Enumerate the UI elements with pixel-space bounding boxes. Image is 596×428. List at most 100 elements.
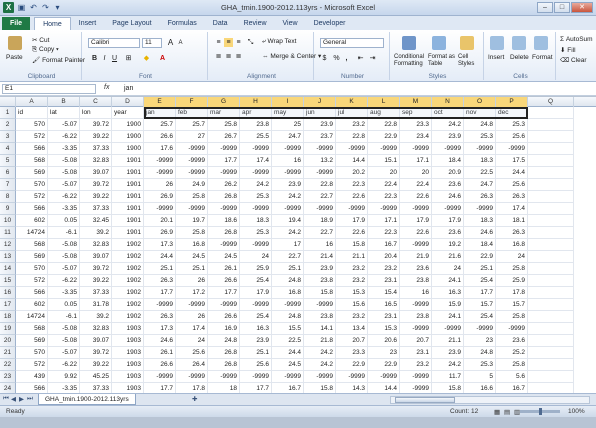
cell[interactable]: 25.1 <box>464 263 496 275</box>
new-sheet-icon[interactable]: ✚ <box>192 395 197 403</box>
cell[interactable]: 16.7 <box>272 383 304 393</box>
cell[interactable]: 15.6 <box>336 299 368 311</box>
cell[interactable]: -5.07 <box>48 179 80 191</box>
cell[interactable]: -9999 <box>272 167 304 179</box>
zoom-slider-knob[interactable] <box>539 408 542 415</box>
cell[interactable]: 23.9 <box>272 179 304 191</box>
cell[interactable]: 26.8 <box>208 347 240 359</box>
cell[interactable]: -9999 <box>240 239 272 251</box>
cell[interactable] <box>528 335 574 347</box>
cell[interactable]: 23.4 <box>400 131 432 143</box>
cell[interactable]: -9999 <box>240 299 272 311</box>
column-header-g[interactable]: G <box>208 97 240 107</box>
cell[interactable]: 22.9 <box>336 359 368 371</box>
cell[interactable]: 24.6 <box>432 191 464 203</box>
tab-insert[interactable]: Insert <box>71 17 105 30</box>
cell[interactable]: 25.6 <box>496 179 528 191</box>
column-header-k[interactable]: K <box>336 97 368 107</box>
cell[interactable]: 25.4 <box>240 311 272 323</box>
cell[interactable]: 15.3 <box>336 287 368 299</box>
cell[interactable]: 566 <box>16 383 48 393</box>
cell[interactable] <box>528 155 574 167</box>
cell[interactable]: -3.35 <box>48 143 80 155</box>
cell[interactable]: 24.8 <box>208 335 240 347</box>
column-header-c[interactable]: C <box>80 97 112 107</box>
cell[interactable]: 1902 <box>112 275 144 287</box>
cell[interactable]: 17.8 <box>496 287 528 299</box>
cell[interactable]: 23.9 <box>432 347 464 359</box>
cell[interactable]: 26 <box>176 275 208 287</box>
decrease-decimal-icon[interactable]: ⇥ <box>368 54 377 63</box>
cell[interactable]: 37.33 <box>80 287 112 299</box>
column-header-e[interactable]: E <box>144 97 176 107</box>
cell[interactable]: 22.9 <box>464 251 496 263</box>
format-button[interactable]: Format <box>532 54 553 61</box>
cell[interactable]: 15.8 <box>336 239 368 251</box>
cell[interactable]: jul <box>336 107 368 119</box>
cell[interactable]: 16.8 <box>272 287 304 299</box>
cell[interactable] <box>528 311 574 323</box>
cell[interactable] <box>528 119 574 131</box>
column-header-q[interactable]: Q <box>528 97 574 107</box>
cell[interactable]: 23.8 <box>400 311 432 323</box>
cell[interactable]: 26.1 <box>144 347 176 359</box>
cell[interactable]: 26.9 <box>144 227 176 239</box>
cell[interactable]: jun <box>304 107 336 119</box>
cell[interactable]: 14.4 <box>368 383 400 393</box>
cell[interactable]: 26.4 <box>176 359 208 371</box>
italic-button[interactable]: I <box>100 54 109 63</box>
tab-data[interactable]: Data <box>205 17 236 30</box>
cell[interactable]: 24 <box>496 251 528 263</box>
cell[interactable]: 17.2 <box>176 287 208 299</box>
cell[interactable]: -9999 <box>336 143 368 155</box>
cell[interactable]: 20.9 <box>432 167 464 179</box>
cell[interactable]: 21.8 <box>304 335 336 347</box>
cell[interactable]: -9999 <box>176 371 208 383</box>
align-top-icon[interactable]: ≡ <box>214 38 223 47</box>
maximize-button[interactable]: □ <box>554 2 570 13</box>
cell[interactable]: 39.07 <box>80 335 112 347</box>
cell[interactable]: 45.25 <box>80 371 112 383</box>
cell[interactable]: 17.3 <box>144 323 176 335</box>
cut-button[interactable]: ✂ Cut <box>32 36 49 44</box>
cell[interactable]: 26.8 <box>208 359 240 371</box>
cell[interactable]: 17.7 <box>464 287 496 299</box>
cell[interactable]: 13.4 <box>336 323 368 335</box>
cell[interactable]: 23.6 <box>432 179 464 191</box>
cell[interactable] <box>528 383 574 393</box>
borders-icon[interactable]: ⊞ <box>124 54 133 63</box>
cell[interactable]: 572 <box>16 191 48 203</box>
conditional-formatting-icon[interactable] <box>402 36 416 50</box>
cell[interactable]: 22.6 <box>400 227 432 239</box>
cell[interactable]: 24 <box>240 251 272 263</box>
cell[interactable] <box>528 287 574 299</box>
page-layout-view-icon[interactable]: ▤ <box>504 408 510 416</box>
cell[interactable]: 26.3 <box>144 275 176 287</box>
undo-icon[interactable]: ↶ <box>29 3 38 12</box>
cell[interactable]: 26.3 <box>496 227 528 239</box>
cell[interactable]: 39.72 <box>80 119 112 131</box>
cell[interactable]: -9999 <box>400 383 432 393</box>
cell[interactable]: 15.8 <box>432 383 464 393</box>
cell[interactable]: -9999 <box>240 203 272 215</box>
prev-sheet-icon[interactable]: ◀ <box>11 395 16 403</box>
last-sheet-icon[interactable]: ⏭ <box>27 395 33 403</box>
cell[interactable]: 39.22 <box>80 191 112 203</box>
cell[interactable]: -9999 <box>304 203 336 215</box>
row-header[interactable]: 24 <box>0 383 16 393</box>
cell[interactable]: 25.6 <box>176 347 208 359</box>
cell[interactable]: 1900 <box>112 143 144 155</box>
cell[interactable]: -9999 <box>304 299 336 311</box>
cell[interactable]: -9999 <box>400 203 432 215</box>
cell[interactable] <box>528 347 574 359</box>
customize-qat-icon[interactable]: ▾ <box>53 3 62 12</box>
cell[interactable]: 23.3 <box>400 119 432 131</box>
cell[interactable]: 1902 <box>112 263 144 275</box>
cell[interactable]: 39.72 <box>80 347 112 359</box>
cell[interactable] <box>528 167 574 179</box>
cell[interactable]: 1903 <box>112 323 144 335</box>
cell[interactable]: 22.7 <box>304 191 336 203</box>
cell[interactable]: -5.08 <box>48 239 80 251</box>
cell[interactable]: 23.6 <box>400 263 432 275</box>
cell[interactable]: -9999 <box>240 167 272 179</box>
